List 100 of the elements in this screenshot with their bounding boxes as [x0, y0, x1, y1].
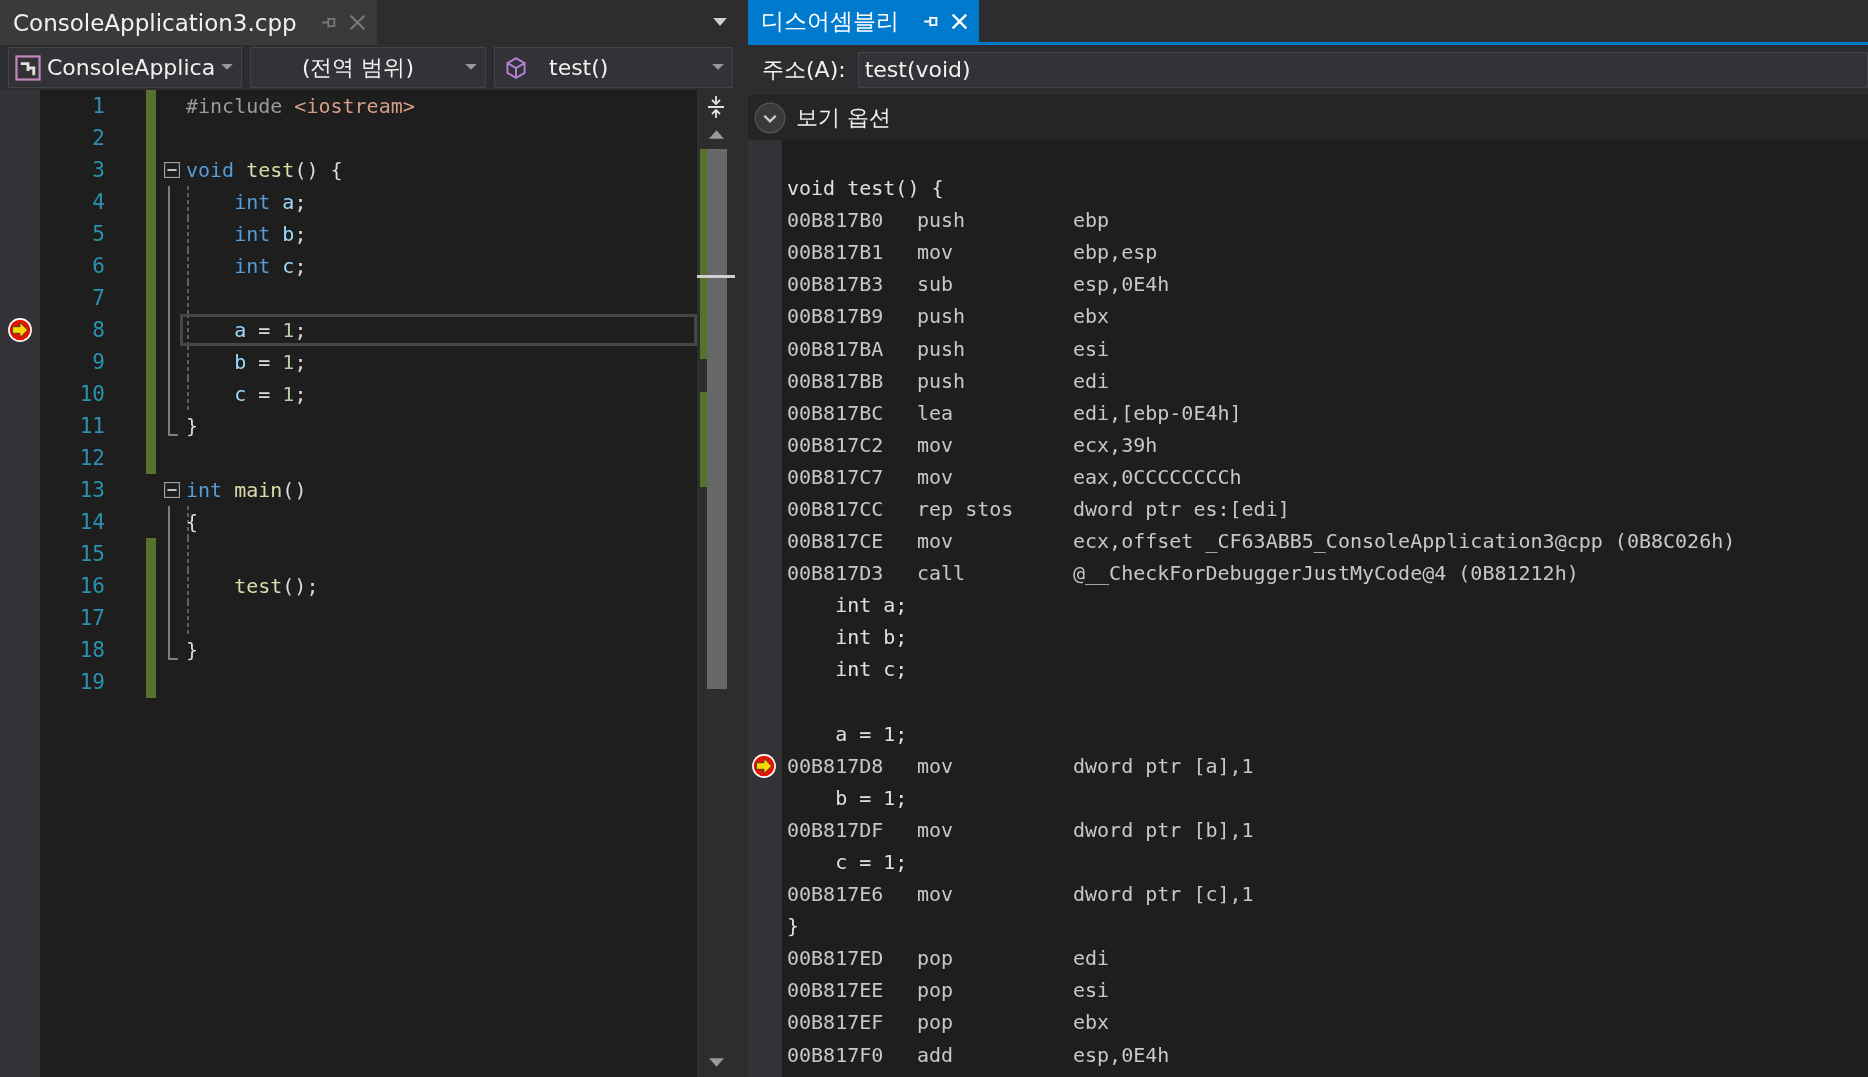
source-line: void test() { [787, 176, 944, 201]
instruction-operands: esi [1073, 336, 1110, 361]
instruction-operands: eax,0CCCCCCCCh [1073, 464, 1242, 489]
line-number: 10 [78, 381, 105, 408]
instruction-address: 00B817B1 [787, 240, 885, 265]
instruction-mnemonic: push [917, 208, 967, 233]
instruction-mnemonic: add [917, 1042, 955, 1067]
instruction-operands: dword ptr [c],1 [1073, 882, 1254, 907]
source-line: b = 1; [834, 785, 908, 810]
instruction-mnemonic: mov [917, 432, 955, 457]
close-icon[interactable] [347, 13, 367, 32]
instruction-address: 00B817ED [787, 946, 885, 971]
instruction-operands: ebp,esp [1073, 240, 1158, 265]
instruction-operands: @__CheckForDebuggerJustMyCode@4 (0B81212h) [1073, 561, 1579, 586]
expand-button[interactable] [754, 101, 786, 134]
change-bar [146, 666, 156, 698]
view-options-label[interactable]: 보기 옵션 [796, 102, 891, 133]
instruction-mnemonic: lea [917, 400, 955, 425]
vertical-scrollbar[interactable] [697, 90, 735, 1077]
caret-icon [465, 64, 477, 71]
current-statement-icon [7, 317, 33, 343]
code-line: test(); [233, 574, 319, 598]
instruction-mnemonic: call [917, 561, 967, 586]
source-line: int c; [834, 657, 908, 682]
source-line: int b; [834, 625, 908, 650]
line-number: 2 [91, 125, 105, 152]
source-line: int a; [834, 593, 908, 618]
project-dropdown[interactable]: ConsoleApplica [8, 47, 242, 88]
file-tab[interactable]: ConsoleApplication3.cpp [0, 0, 377, 45]
instruction-operands: esi [1073, 978, 1110, 1003]
line-number: 17 [78, 605, 105, 632]
tab-title: 디스어셈블리 [761, 6, 899, 36]
code-line: b = 1; [233, 350, 307, 374]
instruction-mnemonic: mov [917, 240, 955, 265]
code-line: { [186, 510, 199, 534]
instruction-address: 00B817BB [787, 368, 885, 393]
instruction-operands: dword ptr [a],1 [1073, 753, 1254, 778]
address-field[interactable]: test(void) [857, 52, 1868, 88]
scroll-thumb[interactable] [707, 149, 727, 689]
instruction-address: 00B817D3 [787, 561, 885, 586]
instruction-mnemonic: mov [917, 753, 955, 778]
instruction-address: 00B817EE [787, 978, 885, 1003]
code-line: } [186, 414, 199, 438]
line-number: 4 [91, 189, 105, 216]
code-line: int c; [233, 254, 307, 278]
scope-dropdown[interactable]: (전역 범위) [250, 47, 486, 88]
line-number: 1 [91, 93, 105, 120]
instruction-mnemonic: mov [917, 882, 955, 907]
line-number: 12 [78, 445, 105, 472]
instruction-mnemonic: pop [917, 946, 955, 971]
line-number: 18 [78, 637, 105, 664]
change-bar [146, 538, 156, 570]
code-line: int a; [233, 190, 307, 214]
scroll-down-icon[interactable] [708, 1058, 724, 1067]
caret-icon [712, 64, 724, 71]
source-line: a = 1; [834, 721, 908, 746]
instruction-operands: esp,0E4h [1073, 272, 1170, 297]
instruction-operands: ebx [1073, 1010, 1110, 1035]
line-number: 16 [78, 573, 105, 600]
instruction-address: 00B817DF [787, 817, 885, 842]
instruction-operands: ebp [1073, 208, 1110, 233]
line-number: 9 [91, 349, 105, 376]
disassembly-tab[interactable]: 디스어셈블리 [748, 0, 979, 42]
instruction-mnemonic: mov [917, 817, 955, 842]
instruction-address: 00B817B9 [787, 304, 885, 329]
line-number: 8 [91, 317, 105, 344]
split-icon[interactable] [706, 94, 726, 120]
caret-icon[interactable] [713, 18, 727, 27]
instruction-address: 00B817D8 [787, 753, 885, 778]
instruction-mnemonic: mov [917, 529, 955, 554]
outline-end [168, 410, 178, 436]
instruction-address: 00B817F0 [787, 1042, 885, 1067]
instruction-mnemonic: pop [917, 1010, 955, 1035]
instruction-address: 00B817B0 [787, 208, 885, 233]
code-line: #include <iostream> [186, 94, 415, 118]
scroll-up-icon[interactable] [708, 130, 724, 139]
instruction-operands: ebx [1073, 304, 1110, 329]
code-line: int b; [233, 222, 307, 246]
collapse-button[interactable] [164, 482, 180, 498]
caret-icon [221, 64, 233, 71]
source-line: c = 1; [834, 850, 908, 874]
source-line: } [787, 914, 800, 939]
address-label: 주소(A): [762, 56, 846, 84]
instruction-mnemonic: push [917, 336, 967, 361]
project-icon [15, 54, 41, 81]
instruction-operands: edi [1073, 368, 1110, 393]
cube-icon [505, 56, 527, 79]
line-number: 13 [78, 477, 105, 504]
code-line: void test() { [186, 158, 343, 182]
instruction-operands: dword ptr es:[edi] [1073, 497, 1290, 521]
code-line: int main() [186, 478, 307, 502]
close-icon[interactable] [950, 11, 969, 31]
member-dropdown[interactable]: test() [494, 47, 733, 88]
instruction-address: 00B817CE [787, 529, 885, 554]
caret-marker [697, 275, 735, 278]
instruction-address: 00B817CC [787, 497, 885, 521]
instruction-address: 00B817C7 [787, 464, 885, 489]
line-number: 7 [91, 285, 105, 312]
collapse-button[interactable] [164, 162, 180, 178]
instruction-operands: dword ptr [b],1 [1073, 817, 1254, 842]
